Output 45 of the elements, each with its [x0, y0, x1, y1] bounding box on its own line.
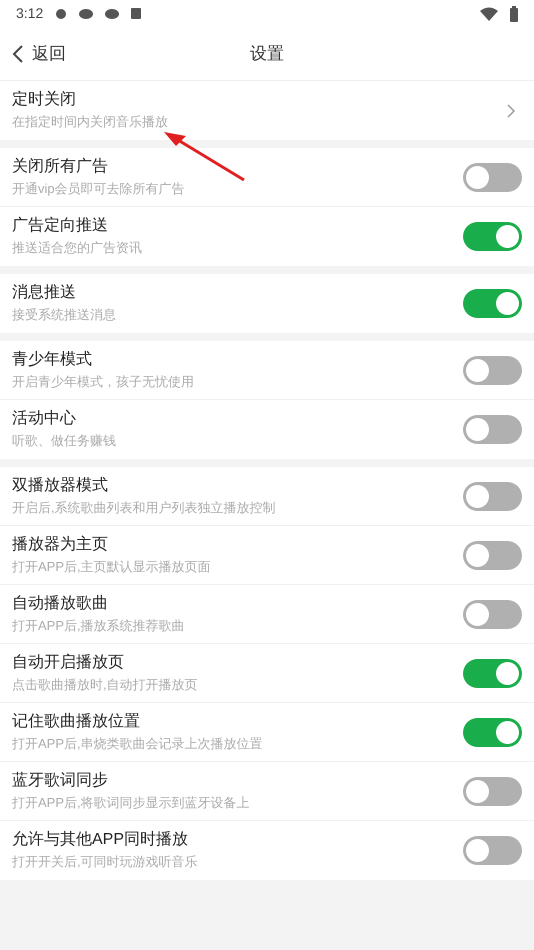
setting-description: 打开开关后,可同时玩游戏听音乐	[12, 853, 199, 871]
setting-description: 开启青少年模式，孩子无忧使用	[12, 372, 195, 390]
chevron-right-icon[interactable]	[506, 102, 516, 118]
toggle-switch[interactable]	[463, 415, 522, 444]
setting-title: 消息推送	[12, 283, 77, 303]
setting-title: 允许与其他APP同时播放	[12, 830, 190, 850]
setting-title: 活动中心	[12, 409, 77, 429]
setting-description: 打开APP后,播放系统推荐歌曲	[12, 616, 186, 634]
setting-title: 自动播放歌曲	[12, 594, 109, 614]
setting-title: 青少年模式	[12, 350, 93, 370]
toggle-switch[interactable]	[463, 356, 522, 384]
setting-description: 点击歌曲播放时,自动打开播放页	[12, 676, 199, 694]
toggle-switch[interactable]	[463, 836, 522, 865]
setting-description: 在指定时间内关闭音乐播放	[12, 113, 169, 131]
setting-description: 开启后,系统歌曲列表和用户列表独立播放控制	[12, 498, 277, 516]
toggle-switch[interactable]	[463, 222, 522, 251]
setting-description: 打开APP后,将歌词同步显示到蓝牙设备上	[12, 794, 251, 812]
setting-description: 打开APP后,串烧类歌曲会记录上次播放位置	[12, 734, 264, 752]
setting-title: 广告定向推送	[12, 216, 109, 236]
status-time: 3:12	[16, 4, 44, 23]
toggle-switch[interactable]	[463, 658, 522, 688]
setting-description: 打开APP后,主页默认显示播放页面	[12, 558, 212, 576]
back-chevron-icon	[12, 44, 24, 64]
battery-icon	[510, 6, 518, 22]
setting-title: 播放器为主页	[12, 534, 109, 554]
toggle-switch[interactable]	[463, 776, 522, 806]
wifi-icon	[480, 6, 498, 20]
setting-title: 自动开启播放页	[12, 652, 125, 672]
setting-description: 接受系统推送消息	[12, 306, 117, 324]
setting-description: 推送适合您的广告资讯	[12, 239, 143, 257]
toggle-switch[interactable]	[463, 482, 522, 510]
setting-title: 记住歌曲播放位置	[12, 712, 141, 732]
toggle-switch[interactable]	[463, 600, 522, 628]
toggle-switch[interactable]	[463, 289, 522, 318]
setting-title: 蓝牙歌词同步	[12, 770, 109, 790]
toggle-switch[interactable]	[463, 718, 522, 746]
setting-title: 关闭所有广告	[12, 156, 109, 176]
page-title: 设置	[250, 42, 284, 65]
setting-description: 听歌、做任务赚钱	[12, 432, 117, 450]
setting-description: 开通vip会员即可去除所有广告	[12, 180, 186, 198]
setting-title: 双播放器模式	[12, 476, 109, 496]
setting-title: 定时关闭	[12, 90, 77, 110]
toggle-switch[interactable]	[463, 540, 522, 570]
toggle-switch[interactable]	[463, 162, 522, 192]
back-button[interactable]: 返回	[12, 40, 66, 66]
